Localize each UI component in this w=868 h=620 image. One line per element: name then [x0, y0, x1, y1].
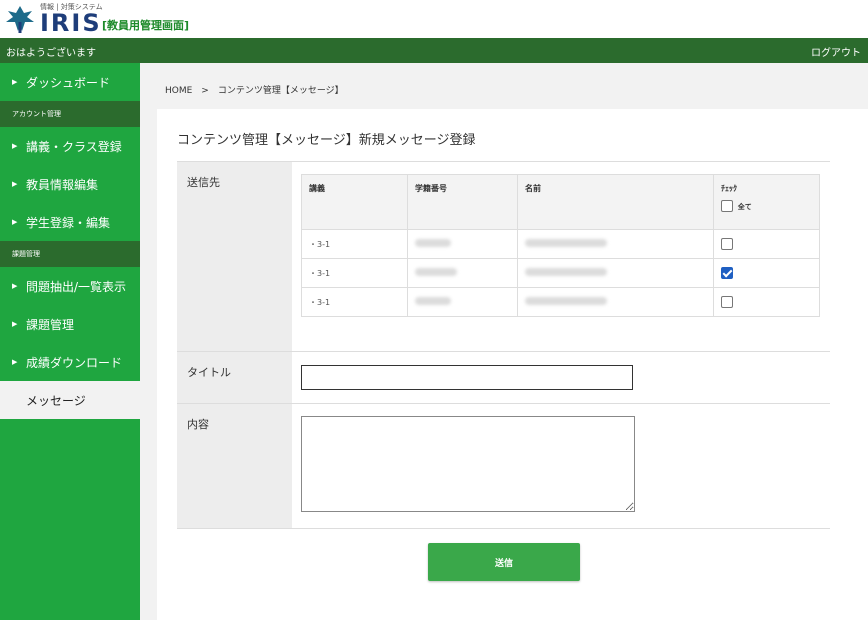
- row-student-id: [407, 287, 518, 317]
- sidebar-section: アカウント管理: [0, 101, 140, 127]
- sidebar-item-label: 成績ダウンロード: [26, 355, 123, 370]
- sidebar-item[interactable]: ▶ 課題管理: [0, 305, 140, 343]
- row-course: ・3-1: [301, 229, 408, 259]
- row-course: ・3-1: [301, 287, 408, 317]
- panel-label: [教員用管理画面]: [102, 19, 190, 32]
- recipients-label: 送信先: [177, 162, 292, 351]
- sidebar-item[interactable]: ▶ ダッシュボード: [0, 63, 140, 101]
- sidebar-item-label: 問題抽出/一覧表示: [26, 279, 127, 294]
- chevron-right-icon: ▶: [12, 142, 18, 150]
- row-student-id: [407, 229, 518, 259]
- recipients-body: ・3-1 ・3-1 ・3-1: [301, 229, 820, 317]
- header-check: ﾁｪｯｸ 全て: [713, 174, 820, 230]
- page-title: コンテンツ管理【メッセージ】新規メッセージ登録: [177, 133, 476, 148]
- chevron-right-icon: ▶: [12, 78, 18, 86]
- sidebar: ▶ ダッシュボード アカウント管理 ▶ 講義・クラス登録 ▶ 教員情報編集 ▶ 学生登録・編集課…: [0, 63, 140, 620]
- sidebar-item-label: メッセージ: [26, 393, 86, 408]
- row-name: [517, 287, 714, 317]
- redacted-name: [525, 297, 607, 305]
- row-check: [713, 229, 820, 259]
- sidebar-item-label: 教員情報編集: [26, 177, 99, 192]
- row-course: ・3-1: [301, 258, 408, 288]
- recipients-row: 送信先 講義 学籍番号 名前 ﾁｪｯｸ 全て ・3-1 ・3-1 ・3-1: [177, 161, 830, 351]
- breadcrumb: HOME > コンテンツ管理【メッセージ】: [165, 86, 344, 96]
- sidebar-item-label: 学生登録・編集: [26, 215, 111, 230]
- chevron-right-icon: ▶: [12, 320, 18, 328]
- content-value: [292, 404, 830, 528]
- row-name: [517, 229, 714, 259]
- recipients-table: 講義 学籍番号 名前 ﾁｪｯｸ 全て ・3-1 ・3-1 ・3-1: [301, 174, 820, 317]
- header-student-id: 学籍番号: [407, 174, 518, 230]
- header-check-label: ﾁｪｯｸ: [721, 184, 737, 193]
- chevron-right-icon: ▶: [12, 180, 18, 188]
- sidebar-item-label: 課題管理: [26, 317, 75, 332]
- greeting-text: おはようございます: [6, 48, 96, 59]
- select-all: 全て: [721, 200, 812, 212]
- recipients-value: 講義 学籍番号 名前 ﾁｪｯｸ 全て ・3-1 ・3-1 ・3-1: [292, 162, 830, 351]
- row-checkbox[interactable]: [721, 238, 733, 250]
- sidebar-section: 課題管理: [0, 241, 140, 267]
- brand-header: 情報 | 対策システム IRIS [教員用管理画面]: [0, 0, 868, 38]
- sidebar-item-label: ダッシュボード: [26, 75, 111, 90]
- chevron-right-icon: ▶: [12, 218, 18, 226]
- title-value: [292, 352, 830, 403]
- main-card: コンテンツ管理【メッセージ】新規メッセージ登録 送信先 講義 学籍番号 名前 ﾁ…: [157, 109, 868, 620]
- row-check: [713, 287, 820, 317]
- select-all-checkbox[interactable]: [721, 200, 733, 212]
- redacted-name: [525, 239, 607, 247]
- table-row: ・3-1: [301, 287, 820, 317]
- sidebar-item[interactable]: ▶ 学生登録・編集: [0, 203, 140, 241]
- select-all-label: 全て: [737, 202, 752, 211]
- header-name: 名前: [517, 174, 714, 230]
- row-name: [517, 258, 714, 288]
- sidebar-item[interactable]: ▶ 成績ダウンロード: [0, 343, 140, 381]
- sidebar-item[interactable]: ▶ 教員情報編集: [0, 165, 140, 203]
- top-bar: おはようございます ログアウト: [0, 38, 868, 63]
- content-textarea[interactable]: [301, 416, 635, 512]
- brand-name: IRIS: [40, 9, 102, 37]
- table-row: ・3-1: [301, 258, 820, 288]
- message-form: 送信先 講義 学籍番号 名前 ﾁｪｯｸ 全て ・3-1 ・3-1 ・3-1 タイ…: [177, 161, 830, 529]
- row-check: [713, 258, 820, 288]
- sidebar-item[interactable]: メッセージ: [0, 381, 140, 419]
- row-checkbox[interactable]: [721, 267, 733, 279]
- sidebar-item[interactable]: ▶ 講義・クラス登録: [0, 127, 140, 165]
- row-student-id: [407, 258, 518, 288]
- sidebar-item-label: 講義・クラス登録: [26, 139, 122, 154]
- tree-logo-icon: [6, 6, 34, 33]
- sidebar-item[interactable]: ▶ 問題抽出/一覧表示: [0, 267, 140, 305]
- redacted-name: [525, 268, 607, 276]
- title-label: タイトル: [177, 352, 292, 403]
- redacted-student-id: [415, 239, 451, 247]
- chevron-right-icon: ▶: [12, 358, 18, 366]
- header-course: 講義: [301, 174, 408, 230]
- table-row: ・3-1: [301, 229, 820, 259]
- redacted-student-id: [415, 268, 457, 276]
- chevron-right-icon: ▶: [12, 282, 18, 290]
- submit-button[interactable]: 送信: [428, 543, 580, 581]
- content-row: 内容: [177, 403, 830, 529]
- redacted-student-id: [415, 297, 451, 305]
- row-checkbox[interactable]: [721, 296, 733, 308]
- content-label: 内容: [177, 404, 292, 528]
- title-input[interactable]: [301, 365, 633, 390]
- logout-link[interactable]: ログアウト: [811, 44, 861, 59]
- title-row: タイトル: [177, 351, 830, 403]
